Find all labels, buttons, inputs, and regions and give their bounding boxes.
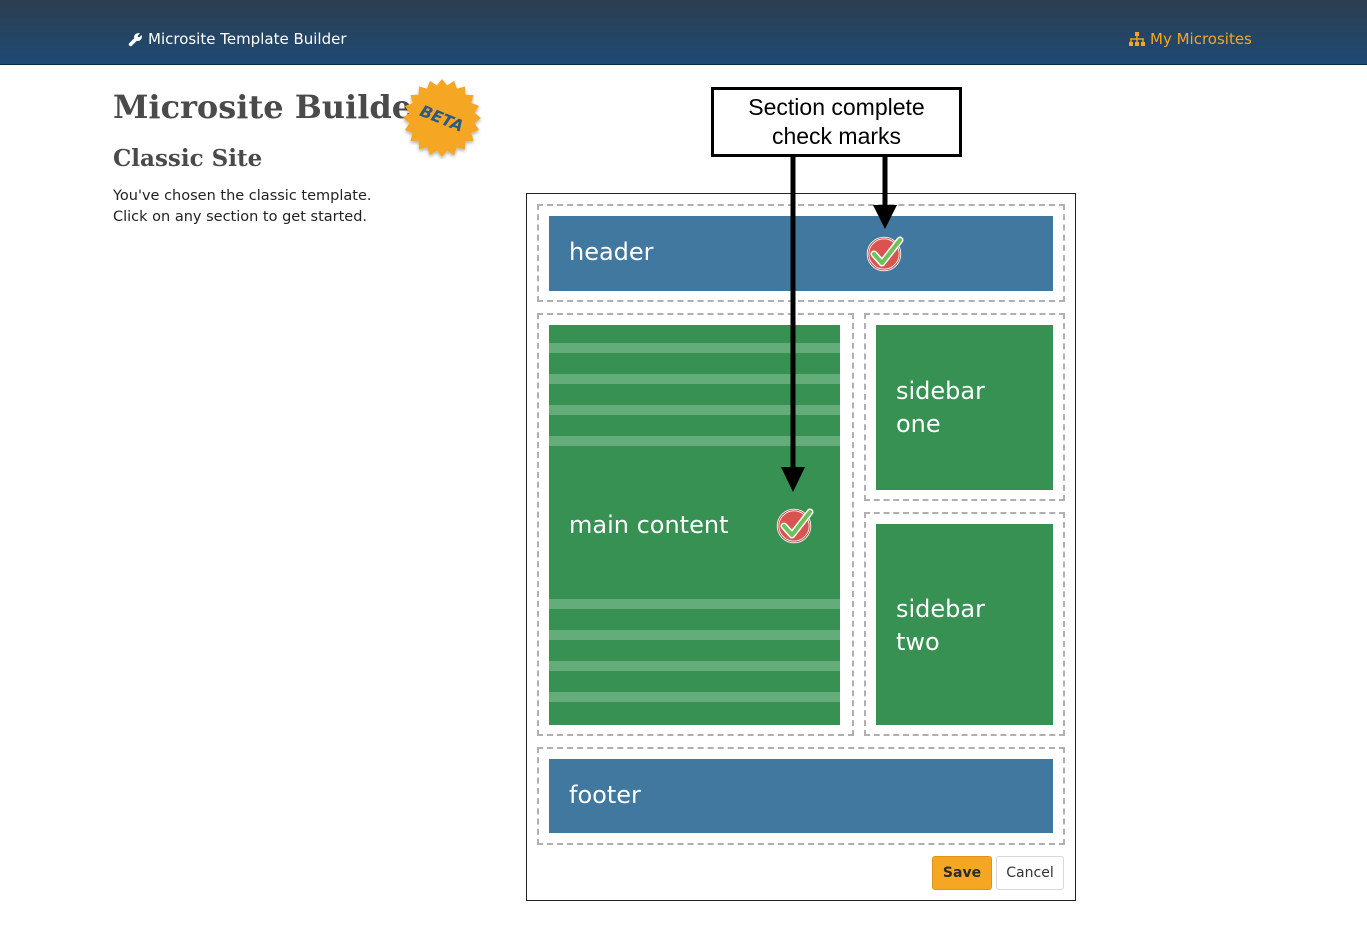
sidebar-one-section[interactable]: sidebar one (876, 325, 1053, 490)
save-button[interactable]: Save (932, 856, 992, 890)
sidebar-one-label-line-1: sidebar (896, 377, 985, 405)
intro-text: You've chosen the classic template. Clic… (113, 186, 443, 228)
beta-badge: BETA (403, 79, 481, 157)
cancel-button[interactable]: Cancel (996, 856, 1064, 890)
content-placeholder-line (549, 343, 840, 353)
footer-section-label: footer (569, 781, 641, 809)
brand-label: Microsite Template Builder (148, 30, 347, 48)
footer-section[interactable]: footer (549, 759, 1053, 833)
intro-line-1: You've chosen the classic template. (113, 188, 372, 204)
intro-line-2: Click on any section to get started. (113, 209, 368, 225)
top-navbar: Microsite Template Builder My Microsites (0, 0, 1367, 65)
page-title: Microsite Builder (113, 88, 429, 126)
my-microsites-label: My Microsites (1150, 30, 1252, 48)
content-placeholder-line (549, 692, 840, 702)
sidebar-one-label-line-2: one (896, 410, 941, 438)
header-complete-check-icon (866, 236, 904, 272)
content-placeholder-line (549, 436, 840, 446)
callout-box: Section complete check marks (711, 87, 962, 157)
page-subtitle: Classic Site (113, 145, 263, 172)
callout-line-2: check marks (771, 123, 902, 149)
callout-line-1: Section complete (748, 94, 925, 120)
main-content-complete-check-icon (776, 508, 814, 544)
sidebar-two-label-line-1: sidebar (896, 595, 985, 623)
brand-link[interactable]: Microsite Template Builder (128, 29, 347, 49)
sidebar-two-section[interactable]: sidebar two (876, 524, 1053, 725)
content-placeholder-line (549, 374, 840, 384)
content-placeholder-line (549, 630, 840, 640)
main-content-section-label: main content (569, 511, 729, 539)
content-placeholder-line (549, 661, 840, 671)
content-placeholder-line (549, 405, 840, 415)
my-microsites-link[interactable]: My Microsites (1129, 29, 1252, 49)
content-placeholder-line (549, 599, 840, 609)
header-section[interactable]: header (549, 216, 1053, 291)
sitemap-icon (1129, 32, 1145, 46)
sidebar-two-label-line-2: two (896, 628, 940, 656)
wrench-icon (128, 32, 142, 46)
header-section-label: header (569, 238, 654, 266)
